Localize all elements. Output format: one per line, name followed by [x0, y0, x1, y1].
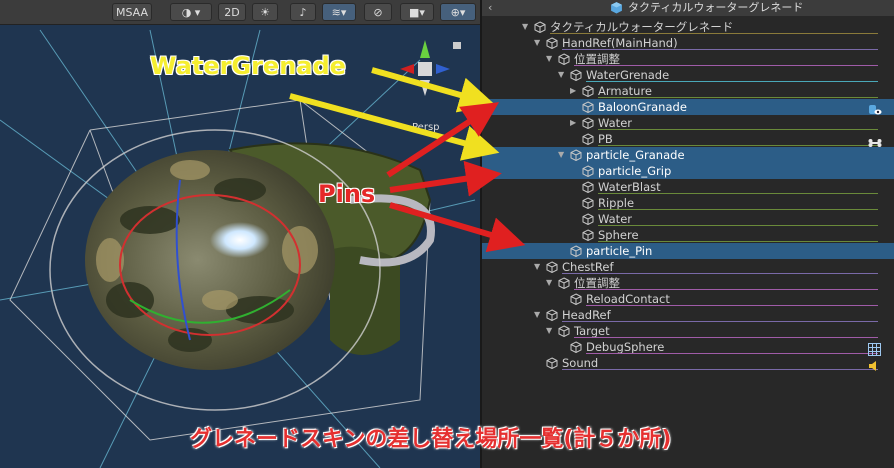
caption-text: グレネードスキンの差し替え場所一覧(計５か所) — [190, 427, 672, 452]
red-arrow-2 — [389, 160, 502, 197]
annotation-arrows — [289, 67, 526, 253]
red-arrow-3 — [389, 202, 526, 253]
yellow-arrows — [289, 67, 500, 161]
red-arrows — [386, 102, 526, 253]
yellow-arrow-2 — [289, 93, 500, 161]
pins-annotation: Pins — [318, 180, 376, 208]
water-grenade-annotation: WaterGrenade — [150, 52, 346, 80]
yellow-arrow-1 — [371, 67, 496, 113]
